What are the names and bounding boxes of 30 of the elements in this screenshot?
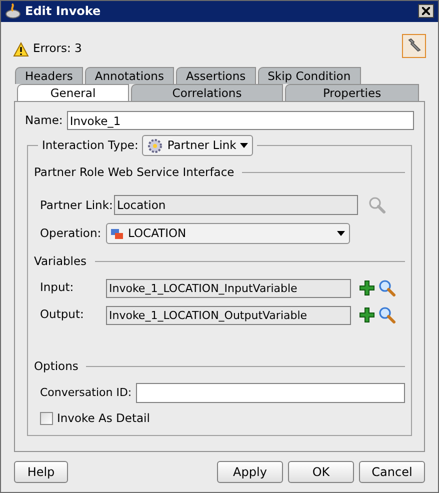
tab[interactable]: Correlations [131,84,283,102]
field-label: Name: [25,112,63,129]
field-label: Output: [40,306,85,324]
name-field[interactable]: Invoke_1 [66,111,414,130]
field-label: Conversation ID: [40,384,133,401]
variable-field[interactable]: Invoke_1_LOCATION_OutputVariable [106,306,351,325]
tab[interactable]: Assertions [176,67,256,84]
window-title: Edit Invoke [25,3,102,20]
field-label: Interaction Type: [42,136,138,154]
dialog-button[interactable]: OK [288,461,354,484]
tab[interactable]: Skip Condition [258,67,361,84]
field-label: Input: [40,279,75,296]
dialog-button[interactable]: Help [14,461,68,484]
tab[interactable]: Headers [15,67,83,84]
field-label: Partner Link: [40,196,114,214]
partner-link-field[interactable]: Location [114,195,358,216]
interaction-type-dropdown[interactable]: Partner Link [142,135,254,156]
error-count: Errors: 3 [33,40,82,58]
dialog-button[interactable]: Apply [217,461,283,484]
tab[interactable]: Properties [285,84,419,102]
variable-field[interactable]: Invoke_1_LOCATION_InputVariable [106,278,351,298]
checkbox-label: Invoke As Detail [57,410,150,427]
tab[interactable]: Annotations [84,67,174,84]
section-heading: Options [34,358,78,375]
dialog-button[interactable]: Cancel [359,461,425,484]
section-heading: Partner Role Web Service Interface [34,164,234,182]
tab[interactable]: General [17,84,129,102]
operation-dropdown[interactable]: LOCATION [106,223,350,244]
field-label: Operation: [40,225,102,242]
section-heading: Variables [34,253,87,270]
